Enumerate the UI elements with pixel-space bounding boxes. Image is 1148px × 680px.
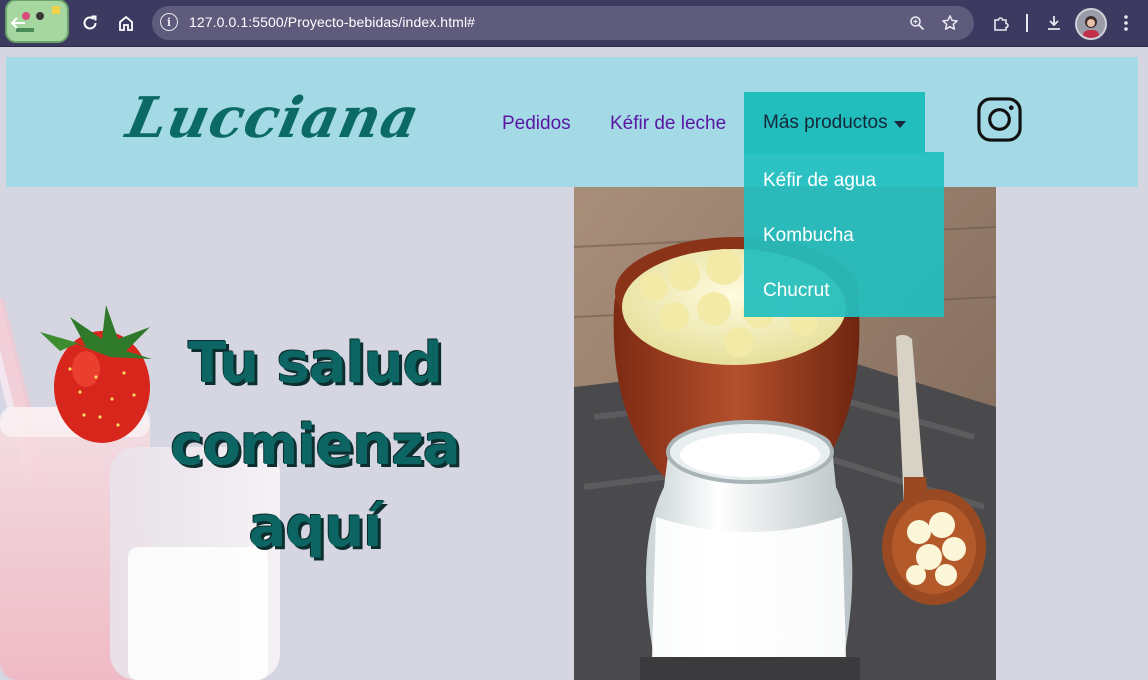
back-arrow-icon[interactable] <box>6 11 30 35</box>
dropdown-item-chucrut[interactable]: Chucrut <box>763 280 830 302</box>
instagram-icon[interactable] <box>976 96 1023 143</box>
kebab-menu-icon[interactable] <box>1115 12 1137 34</box>
caret-down-icon <box>893 120 906 128</box>
nav-pedidos[interactable]: Pedidos <box>502 113 571 135</box>
page-viewport: Lucciana Pedidos Kéfir de leche Más prod… <box>0 47 1148 680</box>
nav-mas-productos-label: Más productos <box>763 112 888 133</box>
puzzle-icon[interactable] <box>990 12 1012 34</box>
profile-avatar[interactable] <box>1075 8 1107 40</box>
download-icon[interactable] <box>1043 12 1065 34</box>
star-icon[interactable] <box>939 12 961 34</box>
info-icon[interactable]: i <box>160 13 178 31</box>
toolbar-separator <box>1026 14 1028 32</box>
hero-line-2: comienza <box>170 413 460 478</box>
hero-line-3: aquí <box>248 495 383 560</box>
hero-headline: Tu salud comienza aquí <box>150 323 480 569</box>
reload-icon[interactable] <box>78 11 102 35</box>
nav-kefir-leche[interactable]: Kéfir de leche <box>610 113 726 135</box>
zoom-icon[interactable] <box>906 12 928 34</box>
nav-mas-productos[interactable]: Más productos <box>744 92 925 154</box>
mas-productos-dropdown: Kéfir de agua Kombucha Chucrut <box>744 152 944 317</box>
hero-line-1: Tu salud <box>188 331 443 396</box>
dropdown-item-kefir-agua[interactable]: Kéfir de agua <box>763 170 876 192</box>
url-text[interactable]: 127.0.0.1:5500/Proyecto-bebidas/index.ht… <box>189 14 475 30</box>
site-logo[interactable]: Lucciana <box>121 85 426 151</box>
dropdown-item-kombucha[interactable]: Kombucha <box>763 225 854 247</box>
home-icon[interactable] <box>114 11 138 35</box>
